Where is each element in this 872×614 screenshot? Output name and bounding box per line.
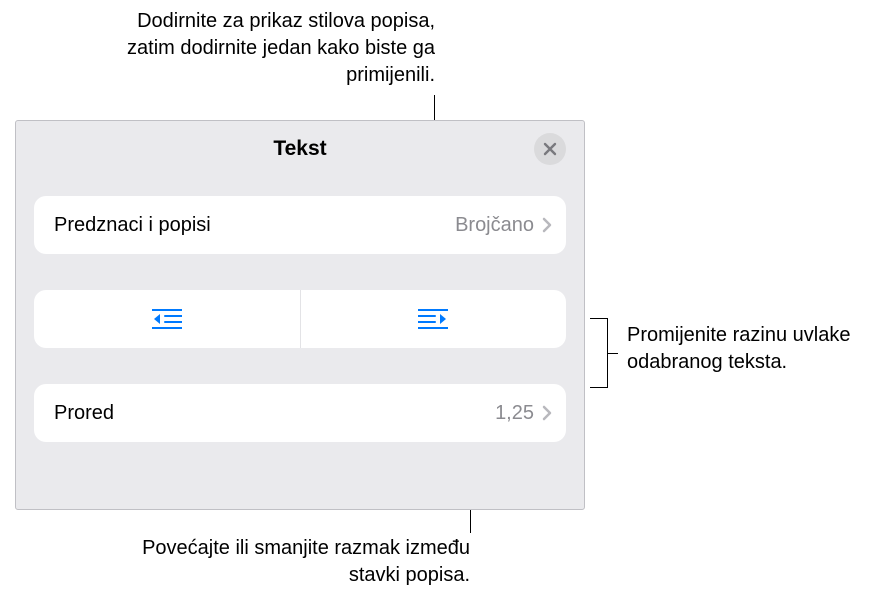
indent-controls-row [34,290,566,348]
bullets-and-lists-value: Brojčano [455,214,534,237]
bracket-right [590,318,618,388]
outdent-button[interactable] [34,290,301,348]
line-spacing-row[interactable]: Prored 1,25 [34,384,566,442]
callout-indent-level: Promijenite razinu uvlake odabranog teks… [627,322,862,376]
indent-button[interactable] [301,290,567,348]
line-spacing-value: 1,25 [495,402,534,425]
callout-line-spacing: Povećajte ili smanjite razmak između sta… [110,535,470,589]
panel-header: Tekst [16,121,584,176]
indent-icon [418,308,448,330]
line-spacing-value-wrap: 1,25 [495,402,552,425]
callout-list-styles: Dodirnite za prikaz stilova popisa, zati… [90,8,435,89]
chevron-right-icon [542,405,552,421]
panel-title: Tekst [273,137,326,161]
bullets-and-lists-value-wrap: Brojčano [455,214,552,237]
chevron-right-icon [542,217,552,233]
text-format-panel: Tekst Predznaci i popisi Brojčano [15,120,585,510]
close-button[interactable] [534,133,566,165]
bullets-and-lists-label: Predznaci i popisi [54,214,211,237]
outdent-icon [152,308,182,330]
bullets-and-lists-row[interactable]: Predznaci i popisi Brojčano [34,196,566,254]
line-spacing-label: Prored [54,402,114,425]
panel-body: Predznaci i popisi Brojčano [16,176,584,442]
close-icon [543,142,557,156]
